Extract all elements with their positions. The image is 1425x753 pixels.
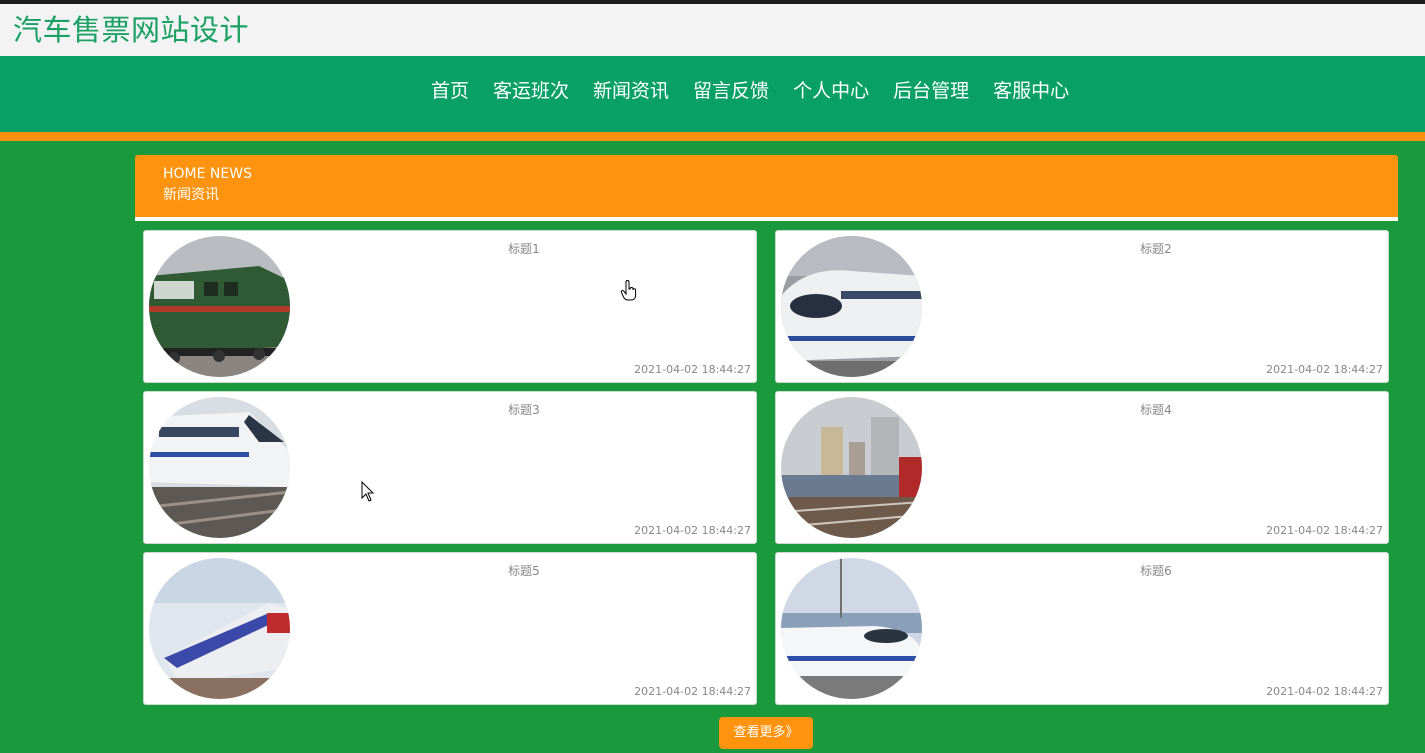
arrow-cursor-icon [361,481,375,502]
nav-item-news[interactable]: 新闻资讯 [593,76,669,106]
news-time: 2021-04-02 18:44:27 [1266,524,1383,537]
hand-cursor-icon [620,280,637,301]
news-card[interactable]: 标题6 2021-04-02 18:44:27 [775,552,1389,705]
news-title[interactable]: 标题1 [144,241,756,257]
news-card[interactable]: 标题3 2021-04-02 18:44:27 [143,391,757,544]
nav-accent-bar [0,132,1425,141]
news-title[interactable]: 标题4 [776,402,1388,418]
nav-item-home[interactable]: 首页 [431,76,469,106]
green-locomotive-photo[interactable] [149,236,290,377]
view-more-button[interactable]: 查看更多》 [719,717,813,749]
news-time: 2021-04-02 18:44:27 [634,524,751,537]
news-title[interactable]: 标题3 [144,402,756,418]
site-title: 汽车售票网站设计 [13,13,250,47]
news-title[interactable]: 标题5 [144,563,756,579]
white-emu-train-photo[interactable] [149,397,290,538]
news-heading-zh: 新闻资讯 [163,187,219,203]
nav-item-admin[interactable]: 后台管理 [893,76,969,106]
news-time: 2021-04-02 18:44:27 [634,363,751,376]
news-heading-en: HOME NEWS [163,166,252,182]
crh-bullet-train-photo[interactable] [781,558,922,699]
white-bullet-train-photo[interactable] [781,236,922,377]
nav-item-profile[interactable]: 个人中心 [793,76,869,106]
news-card[interactable]: 标题2 2021-04-02 18:44:27 [775,230,1389,383]
news-card[interactable]: 标题1 2021-04-02 18:44:27 [143,230,757,383]
news-card[interactable]: 标题4 2021-04-02 18:44:27 [775,391,1389,544]
news-time: 2021-04-02 18:44:27 [1266,685,1383,698]
news-title[interactable]: 标题6 [776,563,1388,579]
news-time: 2021-04-02 18:44:27 [1266,363,1383,376]
news-section-header: HOME NEWS 新闻资讯 [135,155,1398,217]
nav-item-customer-service[interactable]: 客服中心 [993,76,1069,106]
blue-red-train-photo[interactable] [149,558,290,699]
nav-item-feedback[interactable]: 留言反馈 [693,76,769,106]
main-nav: 首页 客运班次 新闻资讯 留言反馈 个人中心 后台管理 客服中心 [0,56,1425,132]
news-time: 2021-04-02 18:44:27 [634,685,751,698]
news-title[interactable]: 标题2 [776,241,1388,257]
news-section-divider [135,217,1398,221]
news-card[interactable]: 标题5 2021-04-02 18:44:27 [143,552,757,705]
nav-item-bus-schedule[interactable]: 客运班次 [493,76,569,106]
city-train-tracks-photo[interactable] [781,397,922,538]
site-header: 汽车售票网站设计 [0,4,1425,56]
